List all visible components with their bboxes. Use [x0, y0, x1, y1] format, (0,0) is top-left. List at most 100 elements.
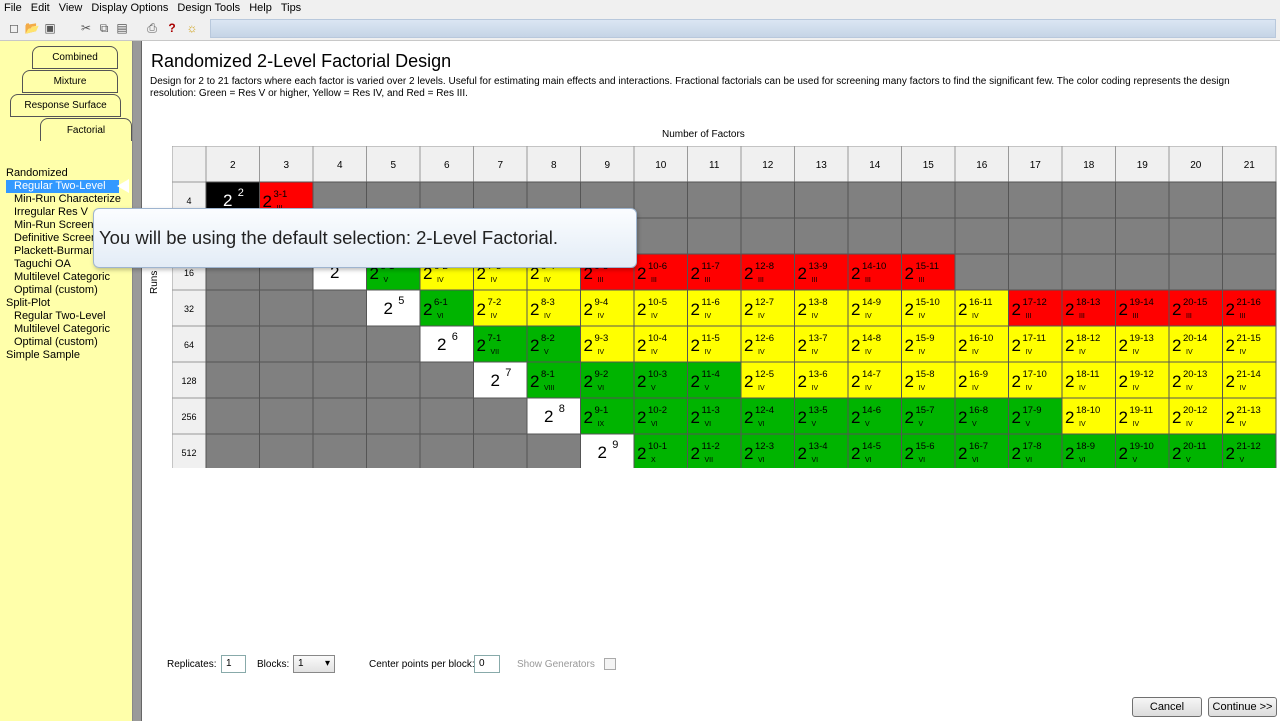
design-cell — [366, 433, 421, 468]
cell-base: 2 — [530, 372, 539, 391]
page-title: Randomized 2-Level Factorial Design — [151, 51, 452, 71]
runs-header-label: 256 — [181, 412, 196, 422]
replicates-input[interactable]: 1 — [221, 655, 246, 673]
chevron-down-icon: ▾ — [324, 658, 330, 669]
tree-item[interactable]: Optimal (custom) — [0, 284, 133, 297]
design-cell — [312, 361, 367, 399]
cell-resolution: IV — [1079, 349, 1086, 356]
cell-base: 2 — [423, 300, 432, 319]
cell-resolution: VI — [812, 457, 819, 464]
center-points-input[interactable]: 0 — [474, 655, 500, 673]
new-icon[interactable]: ◻ — [6, 20, 22, 36]
paste-icon[interactable]: ▤ — [114, 20, 130, 36]
design-cell — [1222, 181, 1277, 219]
cell-resolution: III — [758, 277, 764, 284]
cell-base: 2 — [1012, 444, 1021, 463]
design-cell — [687, 217, 742, 255]
cell-base: 2 — [477, 300, 486, 319]
design-cell — [954, 217, 1009, 255]
cut-icon[interactable]: ✂ — [78, 20, 94, 36]
design-cell — [1115, 217, 1170, 255]
cell-exponent: 21-16 — [1237, 297, 1261, 308]
copy-icon[interactable]: ⧉ — [96, 20, 112, 36]
cell-resolution: VI — [1026, 457, 1033, 464]
design-cell[interactable] — [366, 289, 421, 327]
design-cell — [366, 325, 421, 363]
cell-resolution: IV — [1186, 349, 1193, 356]
cell-exponent: 16-9 — [969, 369, 988, 380]
menu-item[interactable]: Display Options — [91, 1, 168, 15]
design-cell — [687, 181, 742, 219]
tree-item[interactable]: Multilevel Categoric — [0, 271, 133, 284]
blocks-select[interactable]: 1 ▾ — [293, 655, 335, 673]
cell-exponent: 9 — [612, 439, 618, 451]
main-content: Randomized 2-Level Factorial Design Desi… — [142, 41, 1280, 721]
cell-resolution: VI — [865, 457, 872, 464]
cell-base: 2 — [958, 444, 967, 463]
tree-item-selected[interactable]: Regular Two-Level — [6, 180, 119, 193]
tree-group: Randomized — [6, 167, 68, 179]
menu-item[interactable]: Edit — [31, 1, 50, 15]
cell-base: 2 — [691, 408, 700, 427]
cell-base: 2 — [744, 444, 753, 463]
design-cell[interactable] — [473, 361, 528, 399]
cancel-button[interactable]: Cancel — [1132, 697, 1202, 717]
design-cell[interactable] — [526, 397, 581, 435]
design-cell — [205, 325, 260, 363]
continue-button[interactable]: Continue >> — [1208, 697, 1277, 717]
design-cell — [1115, 181, 1170, 219]
print-icon[interactable]: ⎙ — [144, 20, 160, 36]
cell-exponent: 12-6 — [755, 333, 774, 344]
cell-exponent: 18-12 — [1076, 333, 1100, 344]
cell-exponent: 18-11 — [1076, 369, 1100, 380]
cell-exponent: 11-5 — [702, 333, 720, 344]
tree-item[interactable]: Multilevel Categoric — [0, 323, 133, 336]
cell-resolution: IV — [1026, 385, 1033, 392]
menu-item[interactable]: Tips — [281, 1, 301, 15]
tip-icon[interactable]: ☼ — [184, 20, 200, 36]
show-generators-checkbox[interactable] — [604, 658, 616, 670]
design-cell[interactable] — [419, 325, 474, 363]
menu-item[interactable]: View — [59, 1, 83, 15]
design-cell[interactable] — [580, 433, 635, 468]
menu-item[interactable]: Help — [249, 1, 272, 15]
cell-resolution: IV — [1026, 349, 1033, 356]
factor-header-label: 8 — [551, 160, 557, 171]
cell-resolution: VII — [705, 457, 714, 464]
open-icon[interactable]: 📂 — [24, 20, 40, 36]
cell-base: 2 — [584, 372, 593, 391]
save-icon[interactable]: ▣ — [42, 20, 58, 36]
cell-exponent: 17-9 — [1023, 405, 1042, 416]
cell-base: 2 — [744, 300, 753, 319]
cell-base: 2 — [584, 408, 593, 427]
tree-item[interactable]: Min-Run Characterize — [0, 193, 133, 206]
tree-item[interactable]: Regular Two-Level — [0, 310, 133, 323]
cell-resolution: IV — [919, 385, 926, 392]
cell-base: 2 — [637, 408, 646, 427]
cell-exponent: 7-2 — [488, 297, 502, 308]
cell-exponent: 8-1 — [541, 369, 555, 380]
cell-base: 2 — [437, 335, 446, 354]
cell-exponent: 9-4 — [595, 297, 609, 308]
tab-combined[interactable]: Combined — [32, 46, 118, 69]
help-icon[interactable]: ? — [164, 20, 180, 36]
menu-item[interactable]: Design Tools — [177, 1, 240, 15]
design-cell — [259, 361, 314, 399]
menu-item[interactable]: File — [4, 1, 22, 15]
cell-base: 2 — [1119, 336, 1128, 355]
cell-base: 2 — [905, 336, 914, 355]
tab-response-surface[interactable]: Response Surface — [10, 94, 121, 117]
cell-resolution: IV — [1240, 385, 1247, 392]
factor-header-label: 4 — [337, 160, 343, 171]
tree-group: Split-Plot — [6, 297, 51, 309]
cell-base: 2 — [1012, 336, 1021, 355]
cell-resolution: III — [1240, 313, 1246, 320]
panel-divider[interactable] — [133, 41, 142, 721]
runs-header-label: 32 — [184, 304, 194, 314]
factor-header-label: 6 — [444, 160, 450, 171]
tab-factorial[interactable]: Factorial — [40, 118, 132, 141]
design-cell — [312, 289, 367, 327]
design-cell — [312, 325, 367, 363]
tree-item[interactable]: Optimal (custom) — [0, 336, 133, 349]
tab-mixture[interactable]: Mixture — [22, 70, 118, 93]
